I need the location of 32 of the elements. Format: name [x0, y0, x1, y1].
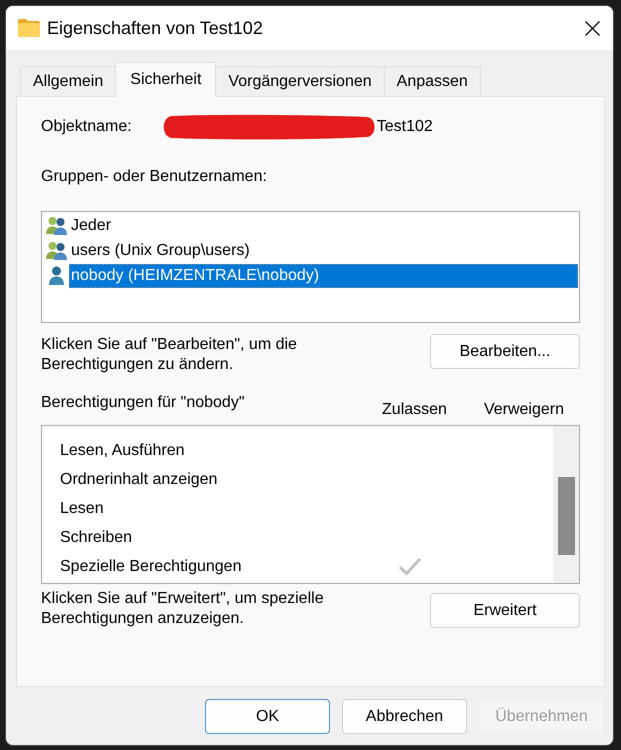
- user-list-item[interactable]: Jeder: [69, 214, 578, 238]
- user-icon: [46, 266, 67, 285]
- tab[interactable]: Vorgängerversionen: [215, 66, 385, 97]
- user-group-icon: [46, 216, 67, 235]
- permission-name: Lesen, Ausführen: [60, 442, 185, 460]
- window-title: Eigenschaften von Test102: [47, 18, 263, 38]
- permission-name: Lesen: [60, 500, 104, 518]
- advanced-button[interactable]: Erweitert: [430, 593, 580, 628]
- permissions-title: Berechtigungen für "nobody": [41, 393, 244, 413]
- tab[interactable]: Anpassen: [384, 66, 481, 97]
- folder-icon: [17, 18, 41, 38]
- user-group-icon: [46, 241, 67, 260]
- tab[interactable]: Allgemein: [20, 66, 116, 97]
- groups-label: Gruppen- oder Benutzernamen:: [41, 167, 267, 187]
- object-name-label: Objektname:: [41, 117, 132, 137]
- tab[interactable]: Sicherheit: [115, 62, 216, 97]
- permission-name: Ordnerinhalt anzeigen: [60, 470, 218, 488]
- edit-hint: Klicken Sie auf "Bearbeiten", um die Berechtigungen zu ändern.: [41, 335, 298, 375]
- user-list-item[interactable]: nobody (HEIMZENTRALE\nobody): [69, 264, 578, 288]
- scrollbar-thumb[interactable]: [558, 477, 574, 555]
- scrollbar-track[interactable]: [553, 426, 579, 583]
- column-header: Verweigern: [484, 400, 564, 420]
- dialog-button[interactable]: Abbrechen: [342, 699, 467, 734]
- close-icon: [585, 20, 600, 36]
- dialog-button[interactable]: OK: [205, 699, 330, 734]
- edit-button[interactable]: Bearbeiten...: [430, 334, 580, 369]
- user-list-item[interactable]: users (Unix Group\users): [69, 238, 578, 262]
- object-name-value: Test102: [376, 117, 433, 137]
- permission-name: Schreiben: [60, 528, 132, 546]
- column-header: Zulassen: [382, 400, 447, 420]
- advanced-hint: Klicken Sie auf "Erweitert", um spezielle Berechtigungen anzuzeigen.: [41, 589, 325, 629]
- permission-name: Spezielle Berechtigungen: [60, 558, 242, 576]
